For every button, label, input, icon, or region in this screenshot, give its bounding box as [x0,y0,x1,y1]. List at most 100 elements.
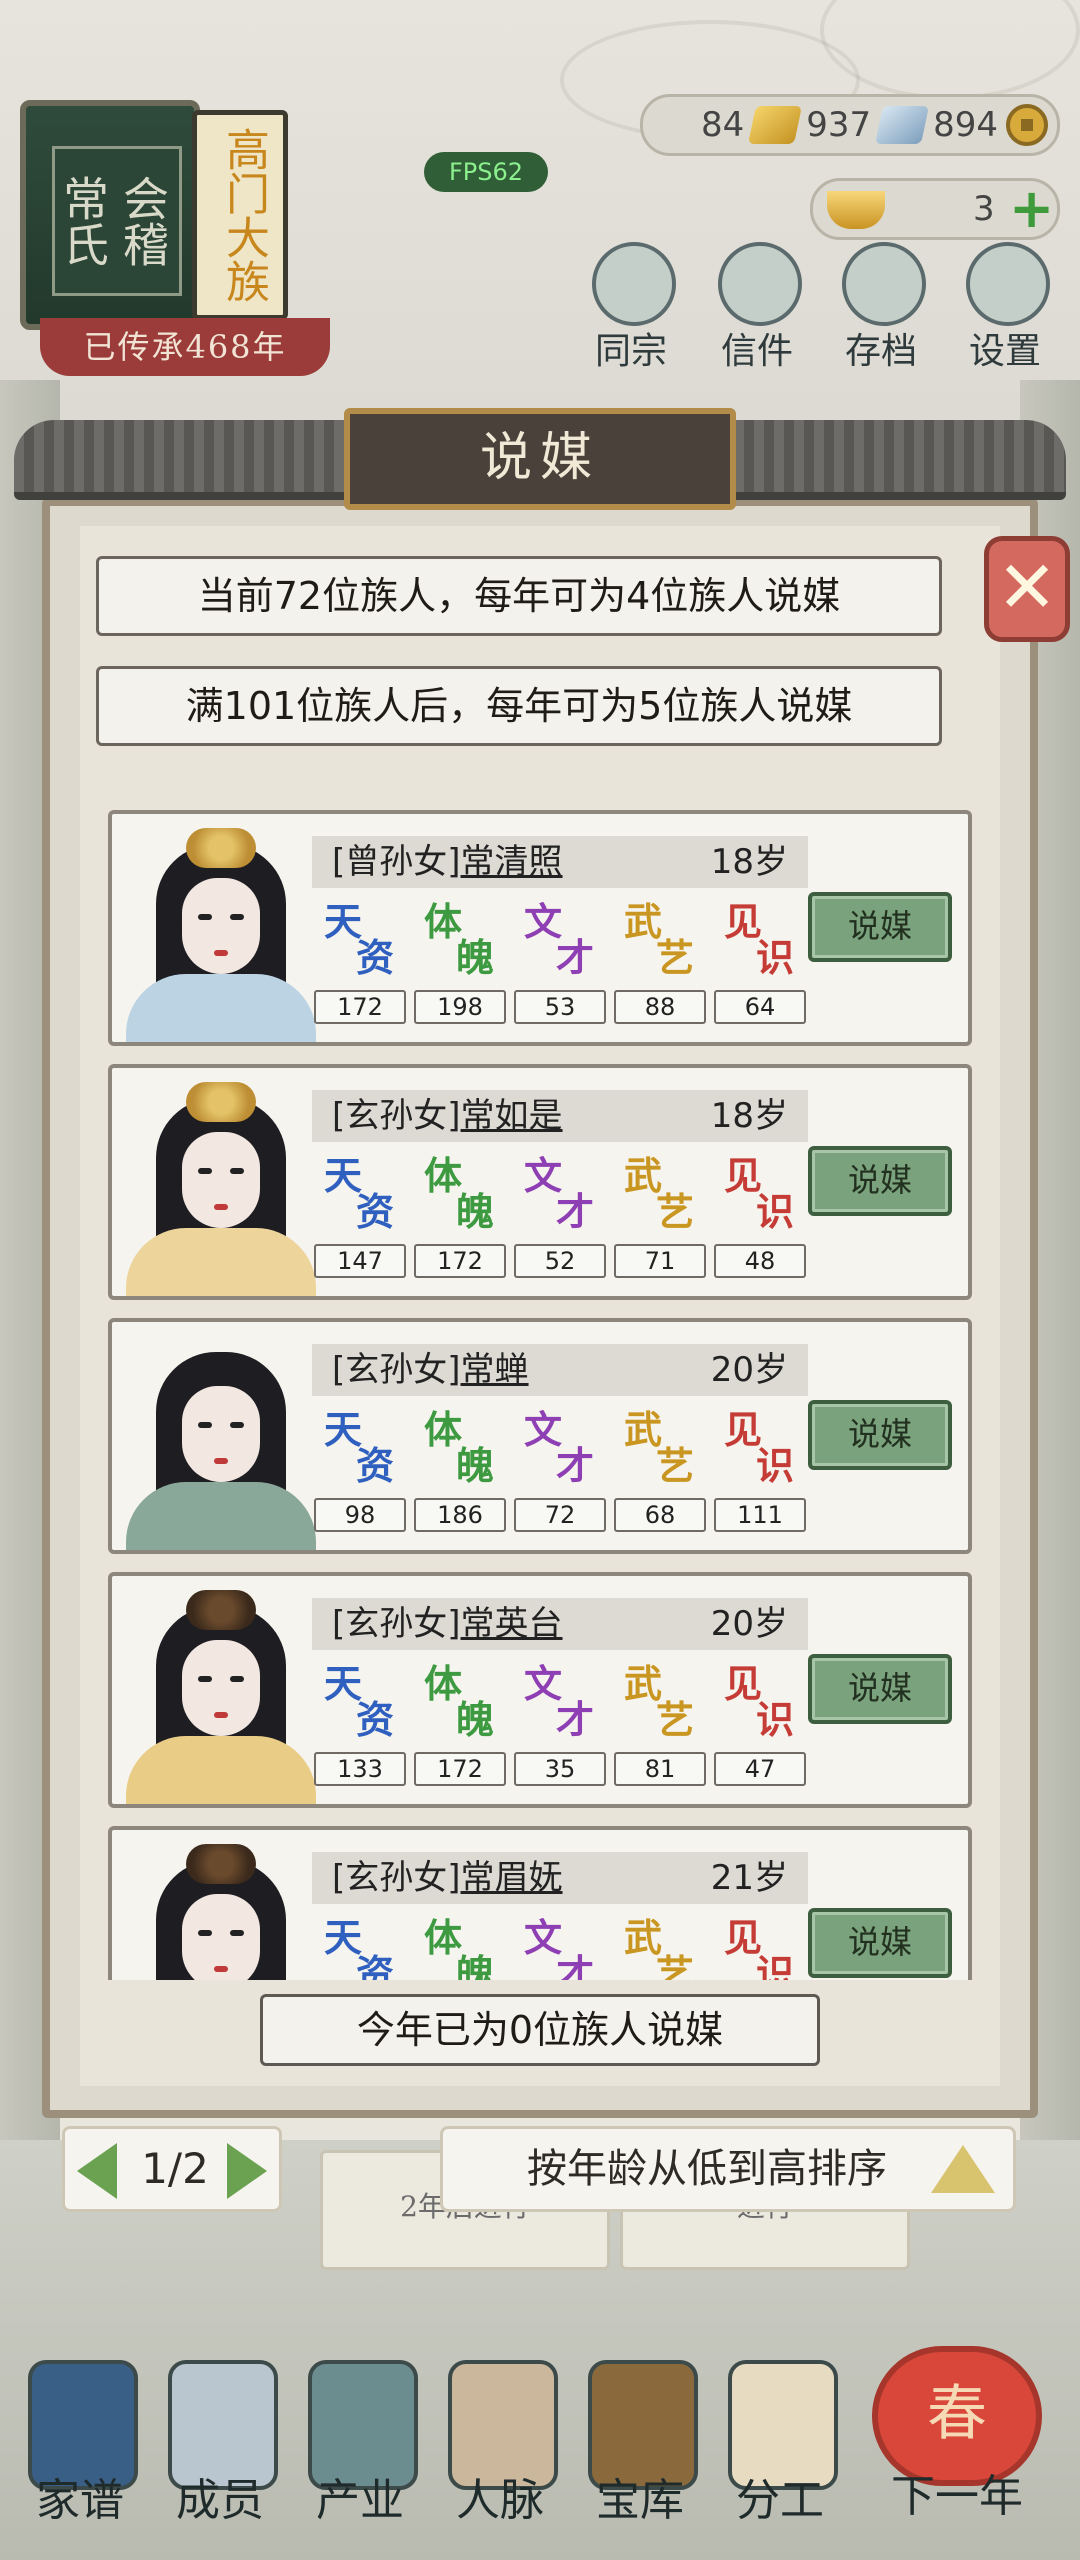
nav-item-members[interactable]: 成员 [150,2340,290,2560]
stat-value: 53 [514,990,606,1024]
info-current: 当前72位族人，每年可为4位族人说媒 [96,556,942,636]
nav-item-connections[interactable]: 人脉 [430,2340,570,2560]
stat-jianshi: 见识 64 [712,902,808,1032]
ingot-amount: 3 [973,189,995,229]
list-item: [玄孙女]常眉妩 21岁 天资 体魄 文才 武艺 见识 说媒 [108,1826,972,1980]
settings-button-label: 设置 [968,331,1041,372]
clan-book-emblem[interactable]: 会稽常氏 [20,100,200,330]
stat-value: 133 [314,1752,406,1786]
stat-tipo: 体魄 198 [412,902,508,1032]
clan-button-label: 同宗 [594,331,667,372]
matchmake-button[interactable]: 说媒 [808,1146,952,1216]
stat-value: 172 [414,1752,506,1786]
copper-amount: 894 [933,105,999,145]
stat-value: 68 [614,1498,706,1532]
nav-item-genealogy[interactable]: 家谱 [10,2340,150,2560]
stat-tianzi: 天资 172 [312,902,408,1032]
member-name-bar: [玄孙女]常如是 18岁 [312,1090,808,1142]
stat-tipo: 体魄 186 [412,1410,508,1540]
stat-value: 111 [714,1498,806,1532]
list-item: [曾孙女]常清照 18岁 天资 172 体魄 198 文才 53 武艺 88 见识 64 … [108,810,972,1046]
nav-item-treasury[interactable]: 宝库 [570,2340,710,2560]
nav-item-label: 人脉 [456,2475,544,2526]
stat-tipo: 体魄 [424,1915,495,1981]
sort-button[interactable]: 按年龄从低到高排序 [440,2126,1016,2212]
stat-wuyi: 武艺 68 [612,1410,708,1540]
member-age: 18岁 [710,842,788,882]
member-list[interactable]: [曾孙女]常清照 18岁 天资 172 体魄 198 文才 53 武艺 88 见识 64 … [108,810,972,1980]
nav-item-label: 宝库 [596,2475,684,2526]
stat-wencai: 文才 [524,1915,595,1981]
prev-page-arrow-icon[interactable] [77,2143,117,2199]
stat-value: 147 [314,1244,406,1278]
matchmake-button[interactable]: 说媒 [808,1908,952,1978]
info-next: 满101位族人后，每年可为5位族人说媒 [96,666,942,746]
member-name[interactable]: 常蝉 [461,1350,529,1390]
stat-tipo: 体魄 172 [412,1664,508,1794]
matchmake-button[interactable]: 说媒 [808,1400,952,1470]
stat-value: 88 [614,990,706,1024]
coin-icon [1006,104,1049,146]
stat-value: 35 [514,1752,606,1786]
clan-button[interactable]: 同宗 [576,242,686,422]
stat-jianshi: 见识 48 [712,1156,808,1286]
settings-button[interactable]: 设置 [950,242,1060,422]
nav-item-label: 产业 [316,2475,404,2526]
ingot-bar[interactable]: 3 + [810,178,1060,240]
avatar [126,1586,316,1804]
stat-value: 71 [614,1244,706,1278]
member-name[interactable]: 常清照 [461,842,563,882]
member-relation: [曾孙女] [332,842,461,882]
member-relation: [玄孙女] [332,1350,461,1390]
fps-counter: FPS62 [424,152,548,192]
pager: 1/2 [62,2126,282,2212]
stat-value: 52 [514,1244,606,1278]
close-button[interactable]: ✕ [984,536,1070,642]
dialog-title: 说媒 [344,408,736,510]
silver-amount: 937 [806,105,872,145]
nav-item-label: 家谱 [36,2475,124,2526]
member-name[interactable]: 常眉妩 [461,1858,563,1898]
next-year-button[interactable]: 春 下一年 [852,2336,1062,2556]
next-page-arrow-icon[interactable] [227,2143,267,2199]
stat-value: 47 [714,1752,806,1786]
save-button[interactable]: 存档 [826,242,936,422]
member-relation: [玄孙女] [332,1604,461,1644]
inherit-years: 已传承468年 [40,318,330,376]
stat-value: 172 [414,1244,506,1278]
member-relation: [玄孙女] [332,1096,461,1136]
stat-jianshi: 见识 [724,1915,795,1981]
gold-ingot-icon [827,191,885,229]
matchmake-button[interactable]: 说媒 [808,892,952,962]
silver-bar-icon [875,106,930,144]
clan-name: 会稽常氏 [52,146,182,296]
stat-tipo: 体魄 172 [412,1156,508,1286]
sort-label: 按年龄从低到高排序 [527,2146,887,2192]
stat-wuyi: 武艺 81 [612,1664,708,1794]
triangle-up-icon [931,2145,995,2193]
stat-tianzi: 天资 [324,1915,395,1981]
stat-wuyi: 武艺 88 [612,902,708,1032]
member-name[interactable]: 常英台 [461,1604,563,1644]
resource-bar: 84 937 894 [640,94,1060,156]
member-name[interactable]: 常如是 [461,1096,563,1136]
list-item: [玄孙女]常英台 20岁 天资 133 体魄 172 文才 35 武艺 81 见识 47 … [108,1572,972,1808]
books-icon [592,242,676,326]
matchmake-button[interactable]: 说媒 [808,1654,952,1724]
avatar [126,1840,316,1980]
add-icon[interactable]: + [1009,182,1054,236]
stat-wencai: 文才 52 [512,1156,608,1286]
member-relation: [玄孙女] [332,1858,461,1898]
year-status: 今年已为0位族人说媒 [260,1994,820,2066]
save-button-label: 存档 [844,331,917,372]
member-name-bar: [玄孙女]常蝉 20岁 [312,1344,808,1396]
nav-item-industry[interactable]: 产业 [290,2340,430,2560]
letters-button[interactable]: 信件 [702,242,812,422]
stat-value: 172 [314,990,406,1024]
stat-value: 72 [514,1498,606,1532]
member-age: 21岁 [710,1858,788,1898]
member-age: 20岁 [710,1604,788,1644]
nav-item-assignments[interactable]: 分工 [710,2340,850,2560]
gold-amount: 84 [701,105,745,145]
list-item: [玄孙女]常如是 18岁 天资 147 体魄 172 文才 52 武艺 71 见识 48 … [108,1064,972,1300]
